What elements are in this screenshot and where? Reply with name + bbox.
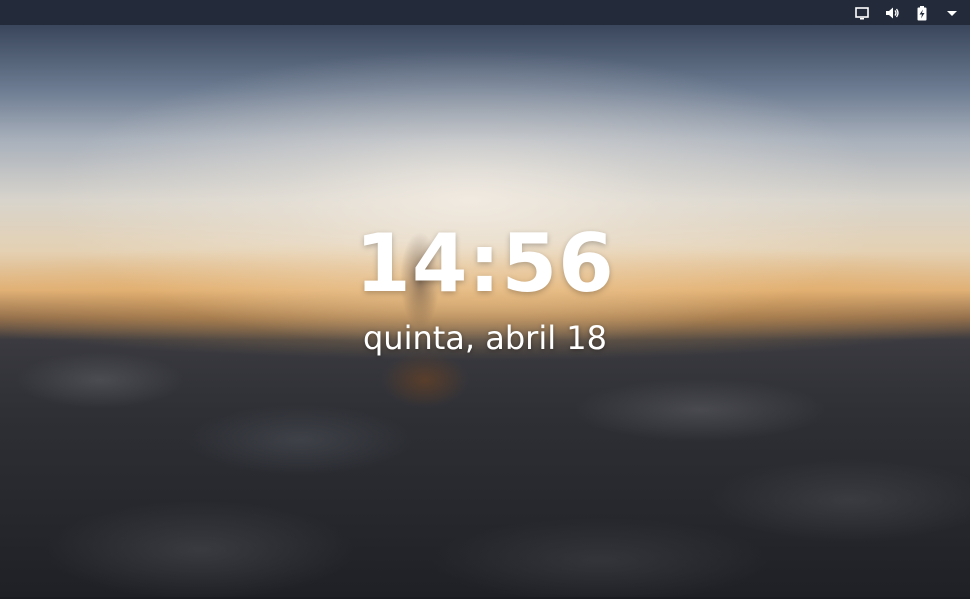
clock-time: 14:56 [355, 217, 615, 310]
wallpaper-clouds [0, 320, 970, 599]
top-panel [0, 0, 970, 25]
lock-screen: 14:56 quinta, abril 18 [0, 0, 970, 599]
clock-date: quinta, abril 18 [362, 319, 607, 357]
volume-icon[interactable] [884, 5, 900, 21]
system-indicators [854, 0, 960, 25]
menu-arrow-down-icon[interactable] [944, 5, 960, 21]
display-icon[interactable] [854, 5, 870, 21]
battery-charging-icon[interactable] [914, 5, 930, 21]
clock: 14:56 quinta, abril 18 [0, 216, 970, 358]
